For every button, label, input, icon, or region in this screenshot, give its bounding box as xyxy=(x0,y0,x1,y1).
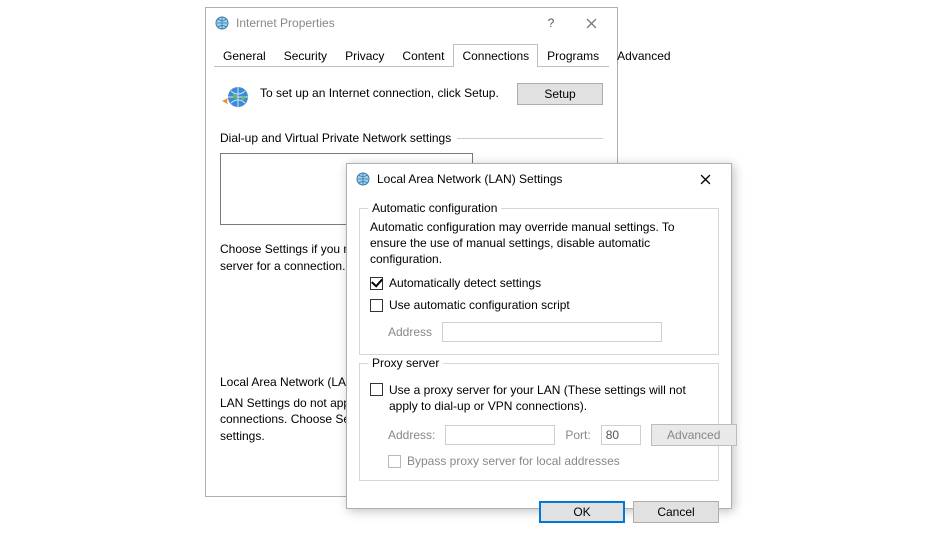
internet-options-icon xyxy=(355,171,371,187)
close-button[interactable] xyxy=(685,165,725,193)
proxy-port-label: Port: xyxy=(565,428,590,442)
lan-body: Automatic configuration Automatic config… xyxy=(347,194,731,491)
close-button[interactable] xyxy=(571,9,611,37)
lan-settings-dialog: Local Area Network (LAN) Settings Automa… xyxy=(346,163,732,509)
automatic-configuration-group: Automatic configuration Automatic config… xyxy=(359,208,719,355)
ip-title: Internet Properties xyxy=(236,16,531,30)
tab-general[interactable]: General xyxy=(214,44,275,67)
setup-text: To set up an Internet connection, click … xyxy=(260,83,509,101)
tab-programs[interactable]: Programs xyxy=(538,44,608,67)
tab-advanced[interactable]: Advanced xyxy=(608,44,679,67)
ip-titlebar: Internet Properties ? xyxy=(206,8,617,38)
use-script-checkbox[interactable] xyxy=(370,299,383,312)
bypass-local-checkbox xyxy=(388,455,401,468)
auto-config-legend: Automatic configuration xyxy=(368,201,501,215)
bypass-local-label: Bypass proxy server for local addresses xyxy=(407,454,620,468)
proxy-advanced-button: Advanced xyxy=(651,424,737,446)
tab-security[interactable]: Security xyxy=(275,44,336,67)
ip-tabstrip: General Security Privacy Content Connect… xyxy=(214,44,609,67)
use-script-label: Use automatic configuration script xyxy=(389,298,570,312)
divider xyxy=(457,138,603,139)
ok-button[interactable]: OK xyxy=(539,501,625,523)
lan-dialog-buttons: OK Cancel xyxy=(347,491,731,535)
dun-heading: Dial-up and Virtual Private Network sett… xyxy=(220,131,451,145)
tab-content[interactable]: Content xyxy=(393,44,453,67)
script-address-input xyxy=(442,322,662,342)
script-address-label: Address xyxy=(388,325,432,339)
use-proxy-checkbox[interactable] xyxy=(370,383,383,396)
proxy-legend: Proxy server xyxy=(368,356,443,370)
proxy-port-input xyxy=(601,425,641,445)
auto-config-desc: Automatic configuration may override man… xyxy=(370,219,708,268)
globe-icon xyxy=(220,83,252,115)
lan-title: Local Area Network (LAN) Settings xyxy=(377,172,685,186)
auto-detect-checkbox[interactable] xyxy=(370,277,383,290)
tab-connections[interactable]: Connections xyxy=(453,44,538,67)
lan-titlebar: Local Area Network (LAN) Settings xyxy=(347,164,731,194)
proxy-address-label: Address: xyxy=(388,428,435,442)
proxy-address-input xyxy=(445,425,555,445)
help-button[interactable]: ? xyxy=(531,9,571,37)
internet-options-icon xyxy=(214,15,230,31)
proxy-server-group: Proxy server Use a proxy server for your… xyxy=(359,363,719,481)
use-proxy-label: Use a proxy server for your LAN (These s… xyxy=(389,382,708,414)
setup-button[interactable]: Setup xyxy=(517,83,603,105)
auto-detect-label: Automatically detect settings xyxy=(389,276,541,290)
tab-privacy[interactable]: Privacy xyxy=(336,44,393,67)
cancel-button[interactable]: Cancel xyxy=(633,501,719,523)
